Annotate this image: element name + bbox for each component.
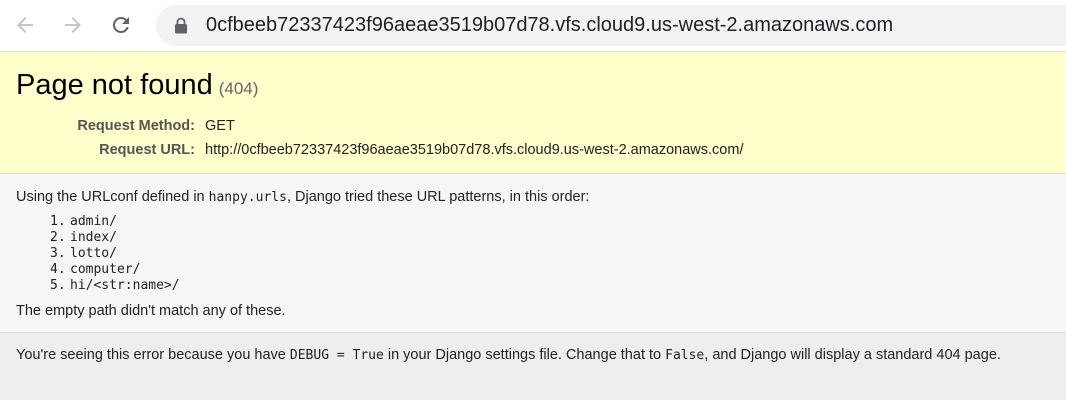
- browser-toolbar: 0cfbeeb72337423f96aeae3519b07d78.vfs.clo…: [0, 0, 1066, 52]
- arrow-left-icon: [17, 17, 33, 33]
- request-url-label: Request URL:: [99, 142, 195, 158]
- debug-setting-code: DEBUG = True: [289, 348, 384, 363]
- request-method-label: Request Method:: [77, 118, 195, 134]
- address-bar[interactable]: 0cfbeeb72337423f96aeae3519b07d78.vfs.clo…: [156, 5, 1066, 46]
- url-pattern: admin/: [70, 214, 117, 229]
- url-text: 0cfbeeb72337423f96aeae3519b07d78.vfs.clo…: [206, 14, 894, 36]
- false-code: False: [665, 348, 705, 363]
- url-pattern: lotto/: [70, 246, 117, 261]
- explanation-text: You're seeing this error because you hav…: [16, 347, 1001, 363]
- list-item: 3. lotto/: [50, 246, 180, 262]
- explanation-part1: You're seeing this error because you hav…: [16, 347, 290, 363]
- forward-button[interactable]: [58, 10, 88, 40]
- intro-suffix: , Django tried these URL patterns, in th…: [286, 189, 590, 205]
- list-item: 4. computer/: [50, 262, 180, 278]
- request-url-value: http://0cfbeeb72337423f96aeae3519b07d78.…: [205, 142, 744, 158]
- explanation-part3: , and Django will display a standard 404…: [704, 347, 1001, 363]
- explanation-part2: in your Django settings file. Change tha…: [383, 347, 666, 363]
- request-method-value: GET: [205, 118, 235, 134]
- error-summary: Page not found (404) Request Method: GET …: [0, 52, 1066, 174]
- arrow-right-icon: [65, 17, 81, 33]
- pattern-number: 4.: [50, 262, 66, 277]
- urlconf-intro: Using the URLconf defined in hanpy.urls,…: [16, 189, 589, 205]
- reload-button[interactable]: [106, 10, 136, 40]
- list-item: 5. hi/<str:name>/: [50, 278, 180, 294]
- intro-prefix: Using the URLconf defined in: [16, 189, 209, 205]
- pattern-number: 2.: [50, 230, 66, 245]
- url-pattern: index/: [70, 230, 117, 245]
- back-button[interactable]: [10, 10, 40, 40]
- lock-icon: [175, 17, 187, 34]
- page-title-text: Page not found: [16, 69, 213, 101]
- urlconf-name: hanpy.urls: [208, 190, 287, 205]
- reload-icon: [112, 16, 129, 33]
- list-item: 1. admin/: [50, 214, 180, 230]
- list-item: 2. index/: [50, 230, 180, 246]
- no-match-message: The empty path didn't match any of these…: [16, 303, 286, 319]
- pattern-number: 5.: [50, 278, 66, 293]
- url-pattern: computer/: [70, 262, 141, 277]
- pattern-number: 1.: [50, 214, 66, 229]
- pattern-number: 3.: [50, 246, 66, 261]
- explanation-section: You're seeing this error because you hav…: [0, 333, 1066, 400]
- url-pattern: hi/<str:name>/: [70, 278, 180, 293]
- page-title: Page not found (404): [16, 69, 258, 102]
- url-pattern-list: 1. admin/ 2. index/ 3. lotto/ 4. computer/ 5…: [50, 214, 180, 294]
- status-code: (404): [218, 79, 259, 98]
- info-section: Using the URLconf defined in hanpy.urls,…: [0, 174, 1066, 333]
